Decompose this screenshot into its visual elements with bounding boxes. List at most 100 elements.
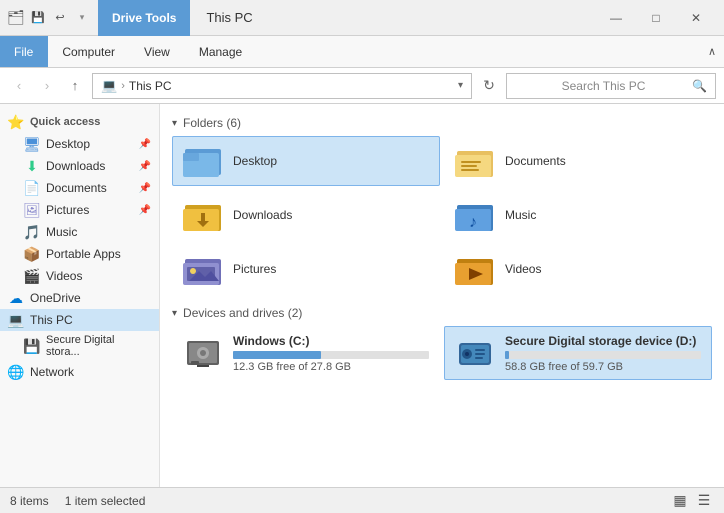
sd-card-icon: 💾	[24, 338, 40, 354]
search-icon: 🔍	[692, 79, 707, 93]
desktop-icon: 🖥	[24, 136, 40, 152]
address-dropdown-arrow[interactable]: ▾	[458, 80, 463, 91]
view-controls: ▦ ☰	[670, 491, 714, 511]
c-drive-bar-fill	[233, 351, 321, 359]
onedrive-icon: ☁	[8, 290, 24, 306]
system-icon: 🗂	[8, 10, 24, 26]
drives-toggle[interactable]: ▾	[172, 308, 177, 319]
c-drive-name: Windows (C:)	[233, 334, 429, 348]
folder-grid: Desktop Documents	[172, 136, 712, 294]
sidebar-this-pc-label: This PC	[30, 313, 73, 327]
title-bar: 🗂 💾 ↩ ▾ Drive Tools This PC — □ ✕	[0, 0, 724, 36]
sidebar-item-secure-digital[interactable]: 💾 Secure Digital stora...	[0, 331, 159, 361]
window-controls: — □ ✕	[596, 0, 716, 36]
sidebar-item-network[interactable]: 🌐 Network	[0, 361, 159, 383]
sidebar-item-onedrive[interactable]: ☁ OneDrive	[0, 287, 159, 309]
c-drive-free: 12.3 GB free of 27.8 GB	[233, 361, 429, 373]
title-bar-icons: 🗂 💾 ↩ ▾	[8, 10, 90, 26]
search-placeholder: Search This PC	[562, 79, 646, 93]
sidebar-item-videos[interactable]: 🎬 Videos	[0, 265, 159, 287]
videos-folder-icon	[455, 251, 495, 287]
this-pc-icon: 💻	[8, 312, 24, 328]
documents-icon: 📄	[24, 180, 40, 196]
ribbon-tab-manage[interactable]: Manage	[185, 36, 257, 67]
portable-apps-icon: 📦	[24, 246, 40, 262]
d-drive-name: Secure Digital storage device (D:)	[505, 334, 701, 348]
ribbon-tab-file[interactable]: File	[0, 36, 48, 67]
folder-item-pictures[interactable]: Pictures	[172, 244, 440, 294]
sidebar-item-portable-apps[interactable]: 📦 Portable Apps	[0, 243, 159, 265]
music-folder-icon: ♪	[455, 197, 495, 233]
sidebar-quick-access-label: Quick access	[30, 116, 100, 128]
item-count: 8 items	[10, 494, 49, 508]
pin-icon-2: 📌	[139, 161, 151, 172]
folder-item-videos[interactable]: Videos	[444, 244, 712, 294]
sidebar-network-label: Network	[30, 365, 74, 379]
videos-icon: 🎬	[24, 268, 40, 284]
sidebar-item-music[interactable]: 🎵 Music	[0, 221, 159, 243]
d-drive-bar-fill	[505, 351, 509, 359]
back-button[interactable]: ‹	[8, 75, 30, 97]
ribbon-tab-view[interactable]: View	[130, 36, 185, 67]
pictures-icon: 🖼	[24, 202, 40, 218]
folders-section-header: ▾ Folders (6)	[172, 116, 712, 130]
drive-tools-tab[interactable]: Drive Tools	[98, 0, 190, 36]
up-button[interactable]: ↑	[64, 75, 86, 97]
pin-icon-3: 📌	[139, 183, 151, 194]
d-drive-free: 58.8 GB free of 59.7 GB	[505, 361, 701, 373]
breadcrumb-pc-icon: 💻	[101, 78, 117, 94]
sidebar-pictures-label: Pictures	[46, 203, 89, 217]
folders-toggle[interactable]: ▾	[172, 118, 177, 129]
folder-item-documents[interactable]: Documents	[444, 136, 712, 186]
sidebar-item-this-pc[interactable]: 💻 This PC	[0, 309, 159, 331]
breadcrumb-label: This PC	[129, 79, 172, 93]
save-icon: 💾	[30, 10, 46, 26]
downloads-icon: ⬇	[24, 158, 40, 174]
maximize-button[interactable]: □	[636, 0, 676, 36]
d-drive-info: Secure Digital storage device (D:) 58.8 …	[505, 334, 701, 373]
sidebar-desktop-label: Desktop	[46, 137, 90, 151]
ribbon-collapse-arrow[interactable]: ∧	[700, 36, 724, 67]
videos-folder-label: Videos	[505, 262, 541, 276]
documents-folder-icon	[455, 143, 495, 179]
drive-item-c[interactable]: Windows (C:) 12.3 GB free of 27.8 GB	[172, 326, 440, 380]
grid-view-button[interactable]: ▦	[670, 491, 690, 511]
address-box[interactable]: 💻 › This PC ▾	[92, 73, 472, 99]
drive-grid: Windows (C:) 12.3 GB free of 27.8 GB	[172, 326, 712, 380]
folder-item-desktop[interactable]: Desktop	[172, 136, 440, 186]
c-drive-icon	[183, 333, 223, 373]
folder-item-music[interactable]: ♪ Music	[444, 190, 712, 240]
status-bar: 8 items 1 item selected ▦ ☰	[0, 487, 724, 513]
sidebar-videos-label: Videos	[46, 269, 82, 283]
c-drive-bar-bg	[233, 351, 429, 359]
drive-item-d[interactable]: Secure Digital storage device (D:) 58.8 …	[444, 326, 712, 380]
search-box[interactable]: Search This PC 🔍	[506, 73, 716, 99]
sidebar-item-downloads[interactable]: ⬇ Downloads 📌	[0, 155, 159, 177]
sidebar: ⭐ Quick access 🖥 Desktop 📌 ⬇ Downloads 📌…	[0, 104, 160, 487]
sidebar-item-documents[interactable]: 📄 Documents 📌	[0, 177, 159, 199]
minimize-button[interactable]: —	[596, 0, 636, 36]
folder-item-downloads[interactable]: Downloads	[172, 190, 440, 240]
sidebar-item-quick-access[interactable]: ⭐ Quick access	[0, 108, 159, 133]
ribbon: File Computer View Manage ∧	[0, 36, 724, 68]
sidebar-music-label: Music	[46, 225, 77, 239]
ribbon-tab-computer[interactable]: Computer	[48, 36, 130, 67]
c-drive-info: Windows (C:) 12.3 GB free of 27.8 GB	[233, 334, 429, 373]
dropdown-icon[interactable]: ▾	[74, 10, 90, 26]
drives-section-header: ▾ Devices and drives (2)	[172, 306, 712, 320]
quick-access-icon: ⭐	[8, 114, 24, 130]
undo-icon: ↩	[52, 10, 68, 26]
d-drive-bar-bg	[505, 351, 701, 359]
sidebar-secure-digital-label: Secure Digital stora...	[46, 334, 151, 358]
main-layout: ⭐ Quick access 🖥 Desktop 📌 ⬇ Downloads 📌…	[0, 104, 724, 487]
sidebar-item-desktop[interactable]: 🖥 Desktop 📌	[0, 133, 159, 155]
close-button[interactable]: ✕	[676, 0, 716, 36]
refresh-button[interactable]: ↻	[478, 75, 500, 97]
content-area: ▾ Folders (6) Desktop	[160, 104, 724, 487]
list-view-button[interactable]: ☰	[694, 491, 714, 511]
forward-button[interactable]: ›	[36, 75, 58, 97]
desktop-folder-label: Desktop	[233, 154, 277, 168]
sidebar-item-pictures[interactable]: 🖼 Pictures 📌	[0, 199, 159, 221]
music-folder-label: Music	[505, 208, 536, 222]
svg-text:♪: ♪	[469, 214, 477, 231]
